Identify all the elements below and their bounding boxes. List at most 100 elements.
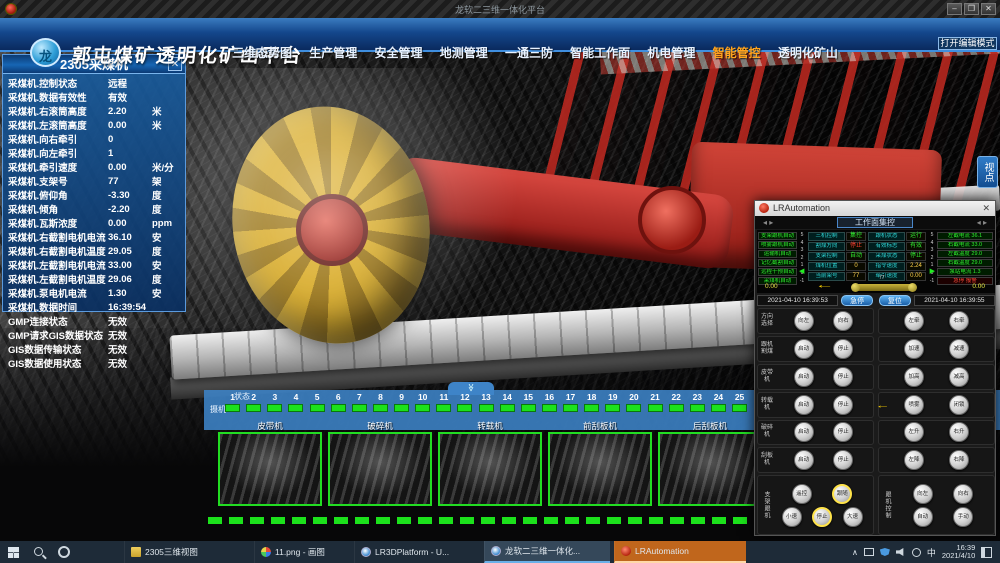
support-status-square[interactable]	[542, 404, 557, 412]
reset-button[interactable]: 复位	[879, 295, 911, 306]
support-status-square[interactable]	[288, 404, 303, 412]
round-button[interactable]: 减高	[949, 367, 969, 387]
estop-button[interactable]: 急停	[841, 295, 873, 306]
support-status-square[interactable]	[457, 404, 472, 412]
tray-clock[interactable]: 16:39 2021/4/10	[942, 544, 975, 561]
round-button[interactable]: 停止	[833, 367, 853, 387]
support-status-square[interactable]	[626, 404, 641, 412]
round-button[interactable]: 左牵	[904, 311, 924, 331]
support-status-square[interactable]	[479, 404, 494, 412]
round-button[interactable]: 右升	[949, 422, 969, 442]
round-button[interactable]: 向右	[953, 484, 973, 504]
search-icon[interactable]	[34, 547, 43, 556]
support-status-square[interactable]	[267, 404, 282, 412]
camera-feed-video[interactable]	[218, 432, 322, 506]
start-icon[interactable]	[8, 547, 19, 558]
notification-icon[interactable]	[981, 547, 992, 558]
tab-scroll-left-icon[interactable]: ◂ ▸	[763, 218, 773, 227]
tray-chevron-icon[interactable]: ∧	[852, 548, 858, 557]
round-button[interactable]: 大速	[843, 507, 863, 527]
round-button[interactable]: 左降	[904, 450, 924, 470]
support-status-square[interactable]	[352, 404, 367, 412]
round-button[interactable]: 小速	[782, 507, 802, 527]
minimize-button[interactable]: –	[947, 3, 962, 15]
round-button[interactable]: 停止	[833, 450, 853, 470]
support-status-square[interactable]	[394, 404, 409, 412]
maximize-button[interactable]: ❐	[964, 3, 979, 15]
round-button[interactable]: 向左	[794, 311, 814, 331]
automation-tab[interactable]: 工作面集控	[837, 217, 913, 228]
automation-close-icon[interactable]: ✕	[982, 203, 990, 214]
round-button[interactable]: 右牵	[949, 311, 969, 331]
camera-feed-video[interactable]	[548, 432, 652, 506]
close-button[interactable]: ✕	[981, 3, 996, 15]
nav-item[interactable]: 安全管理	[374, 44, 422, 61]
support-status-square[interactable]	[605, 404, 620, 412]
round-button[interactable]: 左升	[904, 422, 924, 442]
nav-item[interactable]: 智能工作面	[570, 44, 630, 61]
round-button[interactable]: 向右	[833, 311, 853, 331]
round-button[interactable]: 自动	[913, 507, 933, 527]
round-button[interactable]: 闭锁	[949, 395, 969, 415]
tab-scroll-right-icon[interactable]: ◂ ▸	[977, 218, 987, 227]
support-status-square[interactable]	[246, 404, 261, 412]
support-status-square[interactable]	[584, 404, 599, 412]
support-status-square[interactable]	[711, 404, 726, 412]
edit-mode-button[interactable]: 打开编辑模式	[938, 37, 997, 50]
round-button[interactable]: 加高	[904, 367, 924, 387]
taskbar-task[interactable]: LRAutomation	[614, 541, 746, 563]
support-status-square[interactable]	[331, 404, 346, 412]
round-button[interactable]: 停止	[833, 395, 853, 415]
nav-item[interactable]: 机电管理	[647, 44, 695, 61]
nav-item[interactable]: 三维态势图	[232, 44, 292, 61]
nav-item[interactable]: 生产管理	[309, 44, 357, 61]
round-button[interactable]: 启动	[794, 422, 814, 442]
nav-item[interactable]: 透明化矿山	[778, 44, 838, 61]
support-status-square[interactable]	[310, 404, 325, 412]
battery-icon[interactable]	[864, 548, 874, 556]
round-button[interactable]: 向左	[913, 484, 933, 504]
round-button[interactable]: 手动	[953, 507, 973, 527]
support-status-square[interactable]	[669, 404, 684, 412]
tray-lang[interactable]: 中	[927, 546, 936, 559]
taskbar-task[interactable]: 龙软二三维一体化...	[484, 541, 610, 563]
speaker-icon[interactable]	[896, 548, 906, 556]
nav-item[interactable]: 智能管控	[713, 44, 761, 61]
support-status-square[interactable]	[563, 404, 578, 412]
support-status-square[interactable]	[373, 404, 388, 412]
camera-feed-video[interactable]	[438, 432, 542, 506]
round-button[interactable]: 停止	[812, 507, 832, 527]
round-button[interactable]: 右降	[949, 450, 969, 470]
viewpoint-tab[interactable]: 视点	[977, 156, 998, 188]
cortana-icon[interactable]	[58, 546, 70, 558]
support-status-square[interactable]	[521, 404, 536, 412]
shield-icon[interactable]	[880, 548, 890, 556]
taskbar-task[interactable]: 11.png - 画图	[254, 541, 350, 563]
support-status-square[interactable]	[225, 404, 240, 412]
round-button[interactable]: 喷雾	[904, 395, 924, 415]
round-button[interactable]: 加速	[904, 339, 924, 359]
round-button[interactable]: 启动	[794, 395, 814, 415]
camera-feed-video[interactable]	[658, 432, 762, 506]
round-button[interactable]: 启动	[794, 450, 814, 470]
round-button[interactable]: 减速	[949, 339, 969, 359]
nav-item[interactable]: 地测管理	[440, 44, 488, 61]
camera-feed-video[interactable]	[328, 432, 432, 506]
support-status-square[interactable]	[732, 404, 747, 412]
round-button[interactable]: 启动	[794, 367, 814, 387]
support-status-square[interactable]	[500, 404, 515, 412]
round-button[interactable]: 停止	[833, 339, 853, 359]
support-status-square[interactable]	[648, 404, 663, 412]
taskbar-task[interactable]: LR3DPlatform - U...	[354, 541, 480, 563]
nav-item[interactable]: 一通三防	[505, 44, 553, 61]
taskbar-task-label: 11.png - 画图	[275, 546, 325, 558]
round-button[interactable]: 跟随	[832, 484, 852, 504]
network-icon[interactable]	[912, 548, 921, 557]
round-button[interactable]: 启动	[794, 339, 814, 359]
taskbar-task[interactable]: 2305三维视图	[124, 541, 250, 563]
support-status-square[interactable]	[436, 404, 451, 412]
round-button[interactable]: 停止	[833, 422, 853, 442]
round-button[interactable]: 遥控	[792, 484, 812, 504]
support-status-square[interactable]	[690, 404, 705, 412]
support-status-square[interactable]	[415, 404, 430, 412]
